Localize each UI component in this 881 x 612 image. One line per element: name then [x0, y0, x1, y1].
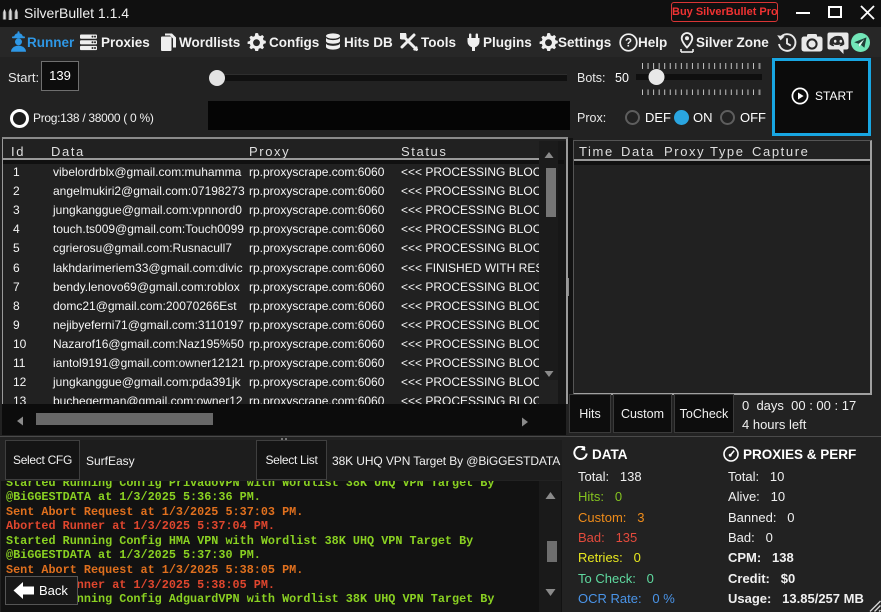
svg-text:?: ?	[625, 38, 632, 50]
